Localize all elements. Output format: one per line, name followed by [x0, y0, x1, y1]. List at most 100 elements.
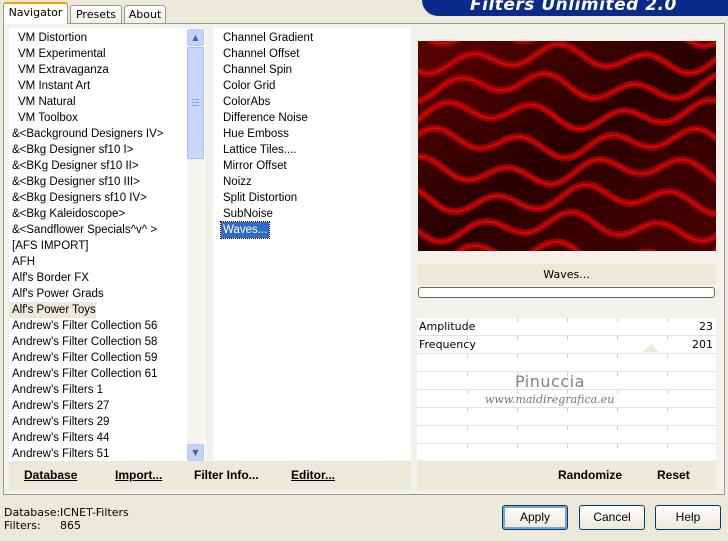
slider-tick	[467, 354, 468, 358]
category-item[interactable]: Andrew's Filters 27	[9, 398, 109, 414]
category-scrollbar[interactable]: ▲ ▼	[187, 29, 204, 461]
database-status-label: Database:	[4, 506, 61, 519]
category-item[interactable]: Andrew's Filters 29	[9, 414, 109, 430]
category-item[interactable]: &<Bkg Designer sf10 I>	[9, 142, 133, 158]
tab-presets[interactable]: Presets	[70, 5, 122, 24]
filter-item[interactable]: Hue Emboss	[221, 126, 291, 142]
filter-info-button[interactable]: Filter Info...	[194, 468, 259, 482]
category-item[interactable]: Alf's Power Toys	[9, 302, 96, 318]
filter-item[interactable]: ColorAbs	[221, 94, 272, 110]
tab-about[interactable]: About	[124, 5, 166, 24]
param-row-empty-3	[417, 354, 716, 372]
import-button[interactable]: Import...	[115, 468, 162, 482]
category-item[interactable]: &<Sandflower Specials^v^ >	[9, 222, 157, 238]
category-item[interactable]: Andrew's Filters 1	[9, 382, 103, 398]
filter-info-button-label: Filter Info...	[194, 468, 259, 482]
param-row-amplitude[interactable]: Amplitude 23	[417, 318, 716, 336]
slider-tick	[667, 372, 668, 376]
category-item[interactable]: [AFS IMPORT]	[9, 238, 88, 254]
slider-tick	[567, 426, 568, 430]
param-row-empty-7	[417, 426, 716, 444]
category-item[interactable]: VM Extravaganza	[9, 62, 109, 78]
watermark-url: www.maidiregrafica.eu	[485, 393, 615, 406]
slider-tick	[567, 318, 568, 322]
category-item[interactable]: &<Background Designers IV>	[9, 126, 164, 142]
scroll-up-button[interactable]: ▲	[187, 29, 204, 46]
filter-item[interactable]: Difference Noise	[221, 110, 310, 126]
slider-tick	[617, 318, 618, 322]
category-item[interactable]: Andrew's Filter Collection 61	[9, 366, 157, 382]
reset-button[interactable]: Reset	[657, 468, 690, 482]
slider-tick	[467, 408, 468, 412]
category-item[interactable]: &<Bkg Designer sf10 III>	[9, 174, 140, 190]
watermark-name: Pinuccia	[515, 372, 585, 391]
slider-tick	[567, 444, 568, 448]
import-button-label: Import...	[115, 468, 163, 482]
filter-item[interactable]: SubNoise	[221, 206, 275, 222]
tab-navigator[interactable]: Navigator	[3, 2, 68, 24]
category-item[interactable]: AFH	[9, 254, 35, 270]
filter-item[interactable]: Mirror Offset	[221, 158, 289, 174]
slider-tick	[467, 318, 468, 322]
apply-button[interactable]: Apply	[502, 505, 568, 530]
param-row-frequency[interactable]: Frequency 201	[417, 336, 716, 354]
category-list[interactable]: VM Distortion VM Experimental VM Extravaga…	[9, 28, 205, 461]
filter-item[interactable]: Lattice Tiles....	[221, 142, 299, 158]
category-item[interactable]: VM Distortion	[9, 30, 87, 46]
category-item[interactable]: VM Natural	[9, 94, 76, 110]
help-button[interactable]: Help	[655, 505, 721, 530]
slider-tick	[567, 354, 568, 358]
editor-button-label: Editor...	[291, 468, 336, 482]
frequency-value: 201	[692, 338, 713, 351]
filter-item[interactable]: Split Distortion	[221, 190, 299, 206]
param-row-empty-6	[417, 408, 716, 426]
filter-item[interactable]: Color Grid	[221, 78, 277, 94]
editor-button[interactable]: Editor...	[291, 468, 335, 482]
category-item[interactable]: &<Bkg Kaleidoscope>	[9, 206, 125, 222]
database-button[interactable]: Database	[24, 468, 77, 482]
slider-tick	[617, 372, 618, 376]
slider-tick	[567, 408, 568, 412]
slider-tick	[517, 354, 518, 358]
filter-item[interactable]: Channel Offset	[221, 46, 302, 62]
database-button-label: Database	[24, 468, 78, 482]
scrollbar-thumb[interactable]	[187, 47, 204, 159]
category-item[interactable]: Andrew's Filters 51	[9, 446, 109, 461]
category-item[interactable]: Andrew's Filter Collection 56	[9, 318, 157, 334]
category-item[interactable]: &<Bkg Designers sf10 IV>	[9, 190, 147, 206]
slider-tick	[667, 354, 668, 358]
filter-item[interactable]: Noizz	[221, 174, 254, 190]
category-item[interactable]: &<BKg Designer sf10 II>	[9, 158, 139, 174]
frequency-slider-pointer[interactable]	[643, 344, 659, 352]
slider-tick	[467, 390, 468, 394]
filter-list[interactable]: Channel Gradient Channel Offset Channel Sp…	[213, 28, 411, 461]
param-row-empty-8	[417, 444, 716, 462]
category-item[interactable]: VM Instant Art	[9, 78, 90, 94]
scroll-down-button[interactable]: ▼	[187, 444, 204, 461]
cancel-button[interactable]: Cancel	[579, 505, 645, 530]
category-item[interactable]: Andrew's Filter Collection 59	[9, 350, 157, 366]
slider-tick	[617, 390, 618, 394]
param-actions-bar: Randomize Reset	[417, 461, 716, 490]
category-item[interactable]: Andrew's Filter Collection 58	[9, 334, 157, 350]
scrollbar-grip-icon	[192, 99, 199, 106]
filter-item[interactable]: Channel Gradient	[221, 30, 315, 46]
list-actions-bar: Database Import... Filter Info... Editor…	[9, 461, 411, 490]
selected-filter-name: Waves...	[417, 264, 716, 285]
slider-tick	[667, 318, 668, 322]
category-item[interactable]: VM Experimental	[9, 46, 106, 62]
randomize-button[interactable]: Randomize	[558, 468, 622, 482]
slider-tick	[667, 336, 668, 340]
category-item[interactable]: Alf's Power Grads	[9, 286, 104, 302]
category-item[interactable]: VM Toolbox	[9, 110, 78, 126]
filter-item[interactable]: Waves...	[219, 221, 271, 239]
slider-tick	[667, 426, 668, 430]
slider-tick	[617, 336, 618, 340]
category-item[interactable]: Alf's Border FX	[9, 270, 89, 286]
preview-image	[404, 13, 728, 274]
category-item[interactable]: Andrew's Filters 44	[9, 430, 109, 446]
filter-item[interactable]: Channel Spin	[221, 62, 294, 78]
slider-tick	[667, 390, 668, 394]
slider-tick	[467, 444, 468, 448]
slider-tick	[467, 336, 468, 340]
